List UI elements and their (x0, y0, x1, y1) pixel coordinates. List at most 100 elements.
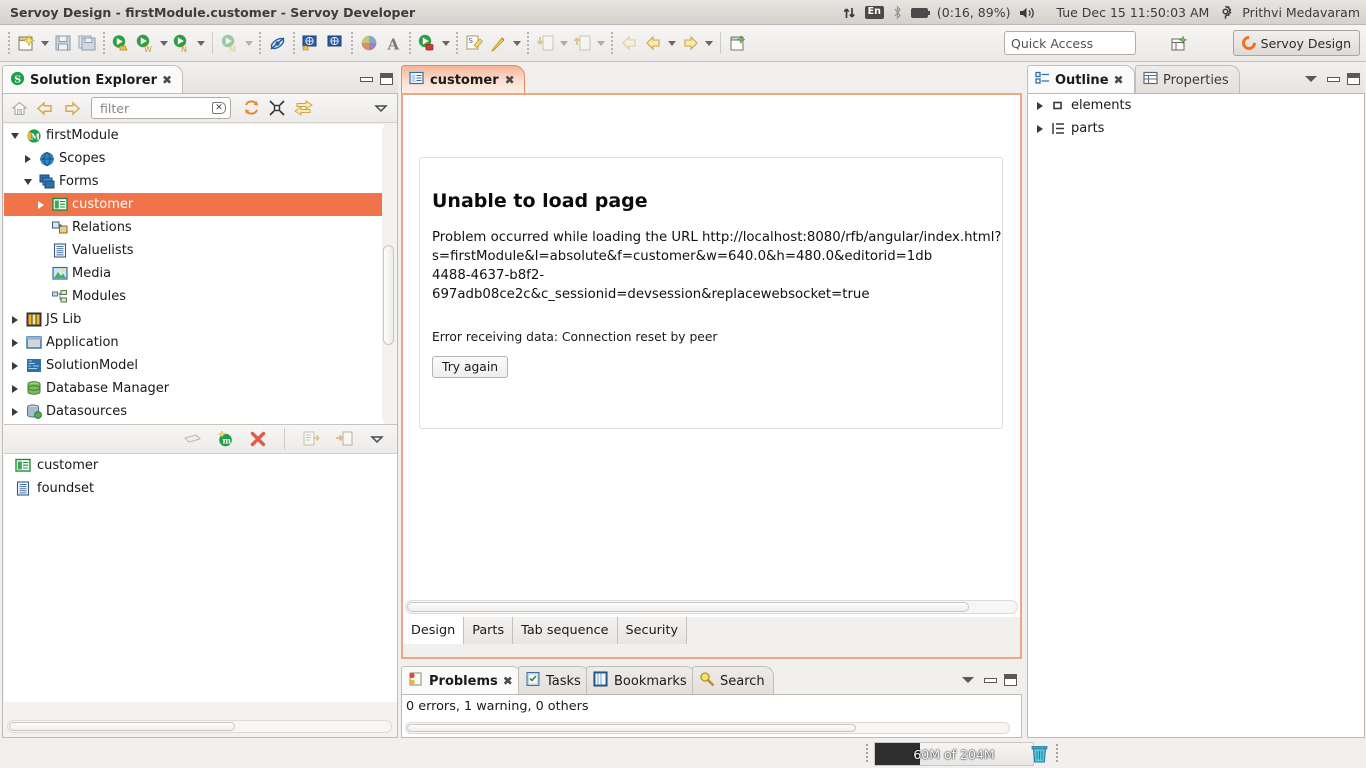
back-arrow-icon[interactable] (641, 31, 665, 55)
export-dropdown[interactable] (594, 31, 607, 55)
problems-hscrollbar-thumb[interactable] (407, 724, 856, 732)
view-menu-icon[interactable] (962, 675, 975, 685)
open-designer-icon[interactable] (486, 31, 510, 55)
list-hscrollbar[interactable] (7, 720, 392, 733)
chevron-down-icon[interactable] (8, 133, 21, 139)
new-method-icon[interactable]: m (213, 427, 237, 451)
clear-filter-icon[interactable]: ✕ (212, 102, 226, 114)
run-mobile-client-icon[interactable]: M (218, 31, 242, 55)
open-perspective-icon[interactable] (1167, 32, 1191, 56)
outline-item-elements[interactable]: elements (1028, 94, 1364, 117)
chevron-right-icon[interactable] (34, 201, 47, 209)
run-web-client-dropdown[interactable] (157, 31, 170, 55)
tab-customer-editor[interactable]: customer ✖ (401, 65, 525, 94)
collapse-all-icon[interactable] (265, 96, 289, 120)
tree-item-forms[interactable]: Forms (4, 170, 384, 193)
maximize-icon[interactable] (380, 72, 393, 85)
bluetooth-icon[interactable] (893, 5, 902, 20)
tree-item-modules[interactable]: Modules (4, 285, 384, 308)
import-solution-icon[interactable] (533, 31, 557, 55)
save-all-icon[interactable] (75, 31, 99, 55)
trash-icon[interactable] (1028, 743, 1050, 765)
outline-tree[interactable]: elements parts (1027, 93, 1365, 738)
close-icon[interactable]: ✖ (162, 73, 172, 87)
export-solution-icon[interactable] (570, 31, 594, 55)
close-icon[interactable]: ✖ (503, 674, 513, 688)
close-icon[interactable]: ✖ (505, 73, 515, 87)
i18n-export-icon[interactable] (299, 31, 323, 55)
tab-outline[interactable]: Outline ✖ (1027, 65, 1135, 94)
open-sql-editor-icon[interactable]: S (462, 31, 486, 55)
forward-icon[interactable] (678, 31, 702, 55)
back-dropdown[interactable] (665, 31, 678, 55)
tree-item-media[interactable]: Media (4, 262, 384, 285)
tab-tasks[interactable]: Tasks (518, 666, 590, 695)
perspective-servoy-design-button[interactable]: Servoy Design (1232, 30, 1360, 56)
maximize-icon[interactable] (1004, 673, 1017, 686)
stop-debug-icon[interactable] (265, 31, 289, 55)
filter-input[interactable]: filter ✕ (91, 97, 231, 119)
chevron-right-icon[interactable] (8, 316, 21, 324)
editor-tab-tab-sequence[interactable]: Tab sequence (513, 617, 618, 644)
chevron-right-icon[interactable] (1033, 125, 1046, 133)
volume-icon[interactable] (1019, 6, 1036, 20)
view-menu-icon[interactable] (369, 96, 393, 120)
tree-item-scopes[interactable]: Scopes (4, 147, 384, 170)
back-icon[interactable] (617, 31, 641, 55)
run-ng-client-icon[interactable]: N (170, 31, 194, 55)
new-wizard-icon[interactable] (14, 31, 38, 55)
back-arrow-icon[interactable] (33, 96, 57, 120)
i18n-import-icon[interactable] (323, 31, 347, 55)
quick-access-input[interactable]: Quick Access (1004, 31, 1136, 55)
solution-tree[interactable]: MfirstModule Scopes Forms customer Relations… (4, 124, 384, 424)
minimize-icon[interactable] (984, 675, 997, 685)
minimize-icon[interactable] (360, 74, 373, 84)
run-ng-client-dropdown[interactable] (194, 31, 207, 55)
solution-explorer-list[interactable]: customer foundset (4, 454, 397, 702)
new-wizard-dropdown[interactable] (38, 31, 51, 55)
chevron-right-icon[interactable] (8, 385, 21, 393)
chevron-down-icon[interactable] (21, 179, 34, 185)
close-icon[interactable]: ✖ (1114, 73, 1124, 87)
tree-item-firstmodule[interactable]: MfirstModule (4, 124, 384, 147)
editor-hscrollbar-thumb[interactable] (407, 602, 969, 612)
debug-solution-icon[interactable] (109, 31, 133, 55)
tray-username[interactable]: Prithvi Medavaram (1242, 5, 1360, 20)
tree-item-database-manager[interactable]: Database Manager (4, 377, 384, 400)
outline-item-parts[interactable]: parts (1028, 117, 1364, 140)
heap-status-monitor[interactable]: 60M of 204M (874, 742, 1034, 766)
minimize-icon[interactable] (1327, 74, 1340, 84)
try-again-button[interactable]: Try again (432, 356, 509, 378)
editor-tab-design[interactable]: Design (403, 617, 465, 644)
keyboard-layout-indicator[interactable]: En (864, 6, 884, 19)
tree-item-relations[interactable]: Relations (4, 216, 384, 239)
run-server-icon[interactable] (415, 31, 439, 55)
tab-problems[interactable]: Problems ✖ (401, 666, 522, 695)
font-icon[interactable]: A (381, 31, 405, 55)
network-updown-icon[interactable] (843, 6, 856, 20)
run-web-client-icon[interactable]: W (133, 31, 157, 55)
tree-item-solutionmodel[interactable]: SolutionModel (4, 354, 384, 377)
problems-hscrollbar[interactable] (405, 722, 1010, 734)
chevron-right-icon[interactable] (21, 155, 34, 163)
view-menu-icon[interactable] (365, 427, 389, 451)
chevron-right-icon[interactable] (8, 362, 21, 370)
tab-bookmarks[interactable]: Bookmarks (586, 666, 696, 695)
tab-search[interactable]: Search (692, 666, 774, 695)
refresh-icon[interactable] (239, 96, 263, 120)
save-icon[interactable] (51, 31, 75, 55)
view-menu-icon[interactable] (1305, 74, 1318, 84)
list-item[interactable]: foundset (4, 477, 397, 500)
battery-icon[interactable] (910, 7, 930, 18)
editor-tab-security[interactable]: Security (617, 617, 688, 644)
list-hscrollbar-thumb[interactable] (9, 722, 235, 731)
home-icon[interactable] (7, 96, 31, 120)
tree-vscrollbar[interactable] (382, 125, 395, 423)
chevron-right-icon[interactable] (1033, 102, 1046, 110)
delete-icon[interactable] (246, 427, 270, 451)
editor-tab-parts[interactable]: Parts (464, 617, 514, 644)
move-sample-icon[interactable] (180, 427, 204, 451)
tree-item-valuelists[interactable]: Valuelists (4, 239, 384, 262)
move-code-icon[interactable] (299, 427, 323, 451)
link-with-editor-icon[interactable] (291, 96, 315, 120)
